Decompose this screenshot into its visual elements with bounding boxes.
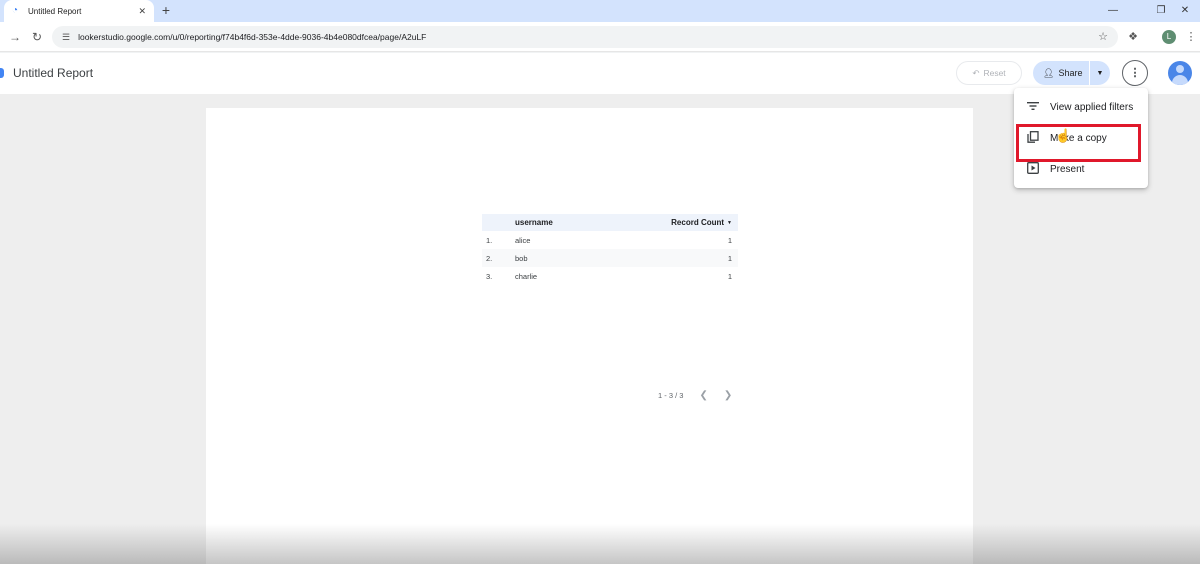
- menu-item-make-a-copy[interactable]: Make a copy: [1014, 123, 1148, 162]
- avatar-head: [1176, 65, 1184, 73]
- share-label: Share: [1058, 68, 1083, 78]
- browser-profile-avatar[interactable]: L: [1162, 30, 1176, 44]
- address-bar[interactable]: ☰ lookerstudio.google.com/u/0/reporting/…: [52, 26, 1118, 48]
- reset-label: Reset: [983, 68, 1006, 78]
- menu-item-label: View applied filters: [1050, 102, 1134, 113]
- menu-item-present[interactable]: Present: [1014, 154, 1148, 185]
- app-logo-sliver: [0, 68, 4, 78]
- share-button-group: 👤︎ Share ▼: [1033, 61, 1110, 85]
- account-avatar[interactable]: [1168, 61, 1192, 85]
- table-row[interactable]: 2. bob 1: [482, 249, 738, 267]
- cell-username: charlie: [515, 271, 538, 281]
- new-tab-button[interactable]: +: [158, 2, 174, 18]
- record-count-label: Record Count: [671, 218, 725, 227]
- table-row[interactable]: 3. charlie 1: [482, 267, 738, 285]
- forward-icon[interactable]: →: [6, 28, 24, 46]
- bookmark-star-icon[interactable]: ☆: [1098, 30, 1108, 43]
- add-person-icon: 👤︎: [1043, 67, 1055, 78]
- more-options-menu: View applied filters Make a copy Present: [1014, 88, 1148, 188]
- present-icon: [1026, 162, 1040, 177]
- table-pagination: 1 - 3 / 3 ❮ ❯: [658, 390, 732, 401]
- share-dropdown-icon[interactable]: ▼: [1090, 70, 1110, 77]
- cell-record-count: 1: [727, 235, 732, 245]
- cell-username: alice: [515, 235, 531, 245]
- cell-username: bob: [515, 253, 528, 263]
- menu-item-view-applied-filters[interactable]: View applied filters: [1014, 92, 1148, 123]
- hand-cursor-icon: ☝: [1055, 128, 1072, 143]
- browser-tabstrip: ◔ Untitled Report ✕ + — ❐ ✕: [0, 0, 1200, 22]
- extensions-icon[interactable]: ❖: [1124, 28, 1142, 46]
- filter-icon: [1026, 101, 1040, 114]
- browser-menu-icon[interactable]: ⋮: [1182, 28, 1200, 46]
- pagination-range: 1 - 3 / 3: [658, 391, 684, 400]
- tab-title: Untitled Report: [28, 6, 82, 16]
- table-header: username Record Count ▼: [482, 214, 738, 231]
- copy-icon: [1026, 131, 1040, 146]
- cell-record-count: 1: [727, 271, 732, 281]
- undo-icon: ↶: [972, 67, 980, 78]
- reload-icon[interactable]: ↻: [28, 28, 46, 46]
- minimize-window-icon[interactable]: —: [1096, 0, 1130, 22]
- browser-toolbar: → ↻ ☰ lookerstudio.google.com/u/0/report…: [0, 22, 1200, 52]
- report-title[interactable]: Untitled Report: [13, 66, 93, 80]
- row-index: 1.: [486, 235, 493, 245]
- menu-item-label: Present: [1050, 164, 1085, 175]
- previous-page-icon[interactable]: ❮: [699, 390, 707, 401]
- row-index: 2.: [486, 253, 493, 263]
- cell-record-count: 1: [727, 253, 732, 263]
- sort-descending-icon: ▼: [727, 219, 732, 226]
- looker-studio-favicon-icon: ◔: [12, 5, 19, 16]
- report-page: username Record Count ▼ 1. alice 1 2. bo…: [206, 108, 973, 564]
- bottom-shadow: [0, 524, 1200, 564]
- data-table[interactable]: username Record Count ▼ 1. alice 1 2. bo…: [482, 214, 738, 285]
- column-header-record-count[interactable]: Record Count ▼: [671, 218, 732, 227]
- next-page-icon[interactable]: ❯: [724, 390, 732, 401]
- close-tab-icon[interactable]: ✕: [138, 6, 146, 17]
- share-button[interactable]: 👤︎ Share: [1033, 68, 1089, 79]
- url-text: lookerstudio.google.com/u/0/reporting/f7…: [78, 32, 427, 42]
- row-index: 3.: [486, 271, 493, 281]
- avatar-body: [1172, 75, 1188, 85]
- reset-button[interactable]: ↶ Reset: [956, 61, 1022, 85]
- more-options-button[interactable]: ⋮: [1122, 60, 1148, 86]
- site-info-icon[interactable]: ☰: [62, 32, 70, 43]
- browser-tab[interactable]: ◔ Untitled Report ✕: [4, 0, 154, 22]
- close-window-icon[interactable]: ✕: [1168, 0, 1200, 22]
- table-row[interactable]: 1. alice 1: [482, 231, 738, 249]
- column-header-username[interactable]: username: [515, 218, 671, 227]
